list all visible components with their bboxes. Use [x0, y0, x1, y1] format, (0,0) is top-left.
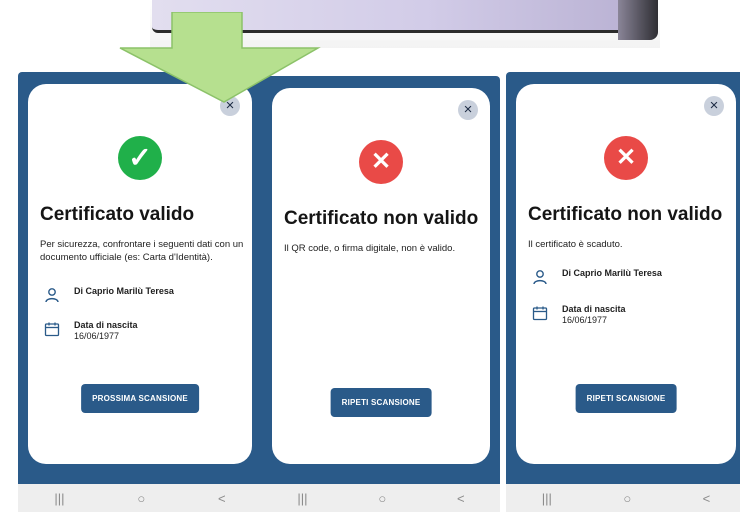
phone-screen-invalid-qr: × ✕ Certificato non valido Il QR code, o…	[262, 76, 500, 484]
repeat-scan-button[interactable]: RIPETI SCANSIONE	[575, 384, 677, 413]
phone-screen-valid: × ✓ Certificato valido Per sicurezza, co…	[18, 72, 262, 484]
android-nav-bar: ||| ○ <	[506, 484, 740, 512]
person-icon	[533, 270, 547, 285]
check-icon: ✓	[118, 136, 162, 180]
back-icon[interactable]: <	[703, 491, 711, 506]
result-description: Il QR code, o firma digitale, non è vali…	[284, 243, 456, 254]
recent-apps-icon[interactable]: |||	[54, 491, 64, 506]
result-title: Certificato non valido	[284, 208, 479, 229]
close-icon[interactable]: ×	[704, 96, 724, 116]
holder-name: Di Caprio Marilù Teresa	[562, 268, 662, 278]
result-card: × ✓ Certificato valido Per sicurezza, co…	[28, 84, 252, 464]
phone-screen-expired: × ✕ Certificato non valido Il certificat…	[506, 72, 740, 484]
birth-date-label: Data di nascita	[562, 304, 626, 314]
birth-date-label: Data di nascita	[74, 320, 138, 330]
x-icon: ✕	[604, 136, 648, 180]
result-description: Per sicurezza, confrontare i seguenti da…	[40, 239, 244, 263]
birth-date-value: 16/06/1977	[562, 315, 608, 325]
close-icon[interactable]: ×	[458, 100, 478, 120]
birth-date-row: Data di nascita 16/06/1977	[44, 320, 138, 342]
result-card: × ✕ Certificato non valido Il QR code, o…	[272, 88, 490, 464]
result-description: Il certificato è scaduto.	[528, 239, 623, 250]
result-title: Certificato non valido	[528, 204, 723, 225]
calendar-icon	[532, 306, 548, 321]
calendar-icon	[44, 322, 60, 337]
person-icon	[45, 288, 59, 303]
next-scan-button[interactable]: PROSSIMA SCANSIONE	[81, 384, 199, 413]
birth-date-row: Data di nascita 16/06/1977	[532, 304, 626, 326]
repeat-scan-button[interactable]: RIPETI SCANSIONE	[330, 388, 432, 417]
home-icon[interactable]: ○	[137, 491, 145, 506]
back-icon[interactable]: <	[457, 491, 465, 506]
holder-name: Di Caprio Marilù Teresa	[74, 286, 174, 296]
home-icon[interactable]: ○	[623, 491, 631, 506]
birth-date-value: 16/06/1977	[74, 331, 120, 341]
result-card: × ✕ Certificato non valido Il certificat…	[516, 84, 736, 464]
recent-apps-icon[interactable]: |||	[297, 491, 307, 506]
android-nav-bar: ||| ○ <	[262, 484, 500, 512]
holder-name-row: Di Caprio Marilù Teresa	[532, 268, 662, 285]
device-corner-image	[618, 0, 658, 40]
android-nav-bar: ||| ○ <	[18, 484, 262, 512]
arrow-down-icon	[119, 12, 321, 103]
x-icon: ✕	[359, 140, 403, 184]
home-icon[interactable]: ○	[378, 491, 386, 506]
recent-apps-icon[interactable]: |||	[542, 491, 552, 506]
back-icon[interactable]: <	[218, 491, 226, 506]
holder-name-row: Di Caprio Marilù Teresa	[44, 286, 174, 303]
result-title: Certificato valido	[40, 204, 195, 225]
